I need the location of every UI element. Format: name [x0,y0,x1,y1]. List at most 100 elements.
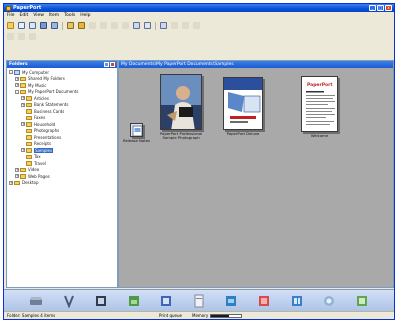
welcome-thumbnail[interactable]: PaperPort [301,76,338,132]
tree-item-label: Faxes [34,115,46,121]
tree-item-label: My Computer [22,69,49,75]
pdf-icon[interactable] [256,293,272,309]
word-icon[interactable] [223,293,239,309]
document-item[interactable]: PaperPort Welcome [301,76,338,138]
folder-icon [26,102,32,107]
scanner-icon[interactable] [28,293,44,309]
folder-icon [26,122,32,127]
sort-icon[interactable] [17,32,26,41]
scan-icon[interactable] [39,21,48,30]
release-notes-thumbnail[interactable] [130,123,143,137]
redo-icon[interactable] [88,21,97,30]
document-pane: My Documents\My PaperPort Documents\Samp… [118,60,394,288]
menu-help[interactable]: Help [80,13,90,18]
deluxe-thumbnail[interactable] [223,77,263,130]
tree-item-label: Bank Statements [34,102,69,108]
tree-expander [21,135,25,139]
memory-label: Memory [192,313,209,318]
photo-thumbnail[interactable] [160,74,203,130]
tree-item-label: Web Pages [28,173,50,179]
web-icon[interactable] [354,293,370,309]
tree-item-label: Travel [34,160,46,166]
send-icon[interactable] [192,21,201,30]
folder-pane-header: Folders [7,61,117,68]
tree-item-label: Household [34,121,56,127]
paperport-window: PaperPort _ □ x File Edit View Item Tool… [3,3,395,320]
paste-icon[interactable] [66,21,75,30]
title-bar[interactable]: PaperPort _ □ x [4,4,394,12]
tree-expander[interactable]: + [9,180,13,185]
folder-icon [26,115,32,120]
tree-expander[interactable]: + [21,148,25,153]
cut-icon[interactable] [50,21,59,30]
tree-item-label: My Music [28,82,47,88]
folder-icon [26,161,32,166]
tree-expander[interactable]: - [9,70,13,75]
minimize-button[interactable]: _ [369,5,376,11]
main-toolbar [6,20,201,31]
tree-expander[interactable]: + [15,76,19,81]
photo-editor-icon[interactable] [126,293,142,309]
image-editor-icon[interactable] [158,293,174,309]
tree-expander[interactable]: + [15,167,19,172]
menu-item[interactable]: Item [49,13,59,18]
status-text: Folder: Samples 4 items [7,313,56,318]
print-icon[interactable] [181,21,190,30]
tree-item-label: Receipts [34,141,52,147]
rotate-icon[interactable] [121,21,130,30]
document-item[interactable]: PaperPort Deluxe [223,77,263,136]
tree-item-label: Photographs [34,128,60,134]
menu-edit[interactable]: Edit [20,13,29,18]
open-icon[interactable] [17,21,26,30]
excel-icon[interactable] [289,293,305,309]
find-icon[interactable] [159,21,168,30]
thumbnail-size-icon[interactable] [6,32,15,41]
tree-item[interactable]: + Desktop [7,180,117,187]
unstack-icon[interactable] [110,21,119,30]
tree-expander[interactable]: + [15,83,19,88]
stack-icon[interactable] [99,21,108,30]
paperport-sendto-icon[interactable] [61,293,77,309]
tree-expander[interactable]: + [15,174,19,179]
document-item[interactable]: Release Notes [123,123,150,143]
pin-icon[interactable] [104,62,109,67]
folder-icon [20,174,26,179]
print-queue-label: Print queue [158,313,182,318]
folder-icon [26,135,32,140]
page-view-icon[interactable] [132,21,141,30]
folder-icon [26,109,32,114]
tree-item-label: Video [28,167,40,173]
tree-expander[interactable]: + [21,96,25,101]
email-icon[interactable] [321,293,337,309]
folder-icon [26,141,32,146]
undo-icon[interactable] [77,21,86,30]
document-pane-header: My Documents\My PaperPort Documents\Samp… [119,61,393,68]
folder-path: My Documents\My PaperPort Documents\Samp… [121,62,234,67]
filter-icon[interactable] [28,32,37,41]
zoom-icon[interactable] [143,21,152,30]
maximize-button[interactable]: □ [377,5,384,11]
folder-tree: - My Computer + Shared My Folders + My Music -… [7,68,117,186]
menu-tools[interactable]: Tools [64,13,75,18]
tree-expander[interactable]: + [21,102,25,107]
folder-icon [26,96,32,101]
document-item[interactable]: PaperPort Professional Sample Photograph [160,74,202,141]
tree-expander [21,155,25,159]
menu-file[interactable]: File [7,13,15,18]
tree-item-label: Tax [34,154,41,160]
new-folder-icon[interactable] [6,21,15,30]
menu-view[interactable]: View [33,13,44,18]
profile-icon[interactable] [170,21,179,30]
document-icon [132,125,142,136]
tree-expander[interactable]: + [21,122,25,127]
tree-expander[interactable]: - [15,89,19,94]
folder-icon [20,167,26,172]
close-pane-icon[interactable] [110,62,115,67]
folder-icon [20,83,26,88]
close-button[interactable]: x [385,5,392,11]
tree-expander [21,116,25,120]
form-icon[interactable] [191,293,207,309]
ocr-icon[interactable] [93,293,109,309]
copy-icon[interactable] [28,21,37,30]
folder-icon [26,128,32,133]
